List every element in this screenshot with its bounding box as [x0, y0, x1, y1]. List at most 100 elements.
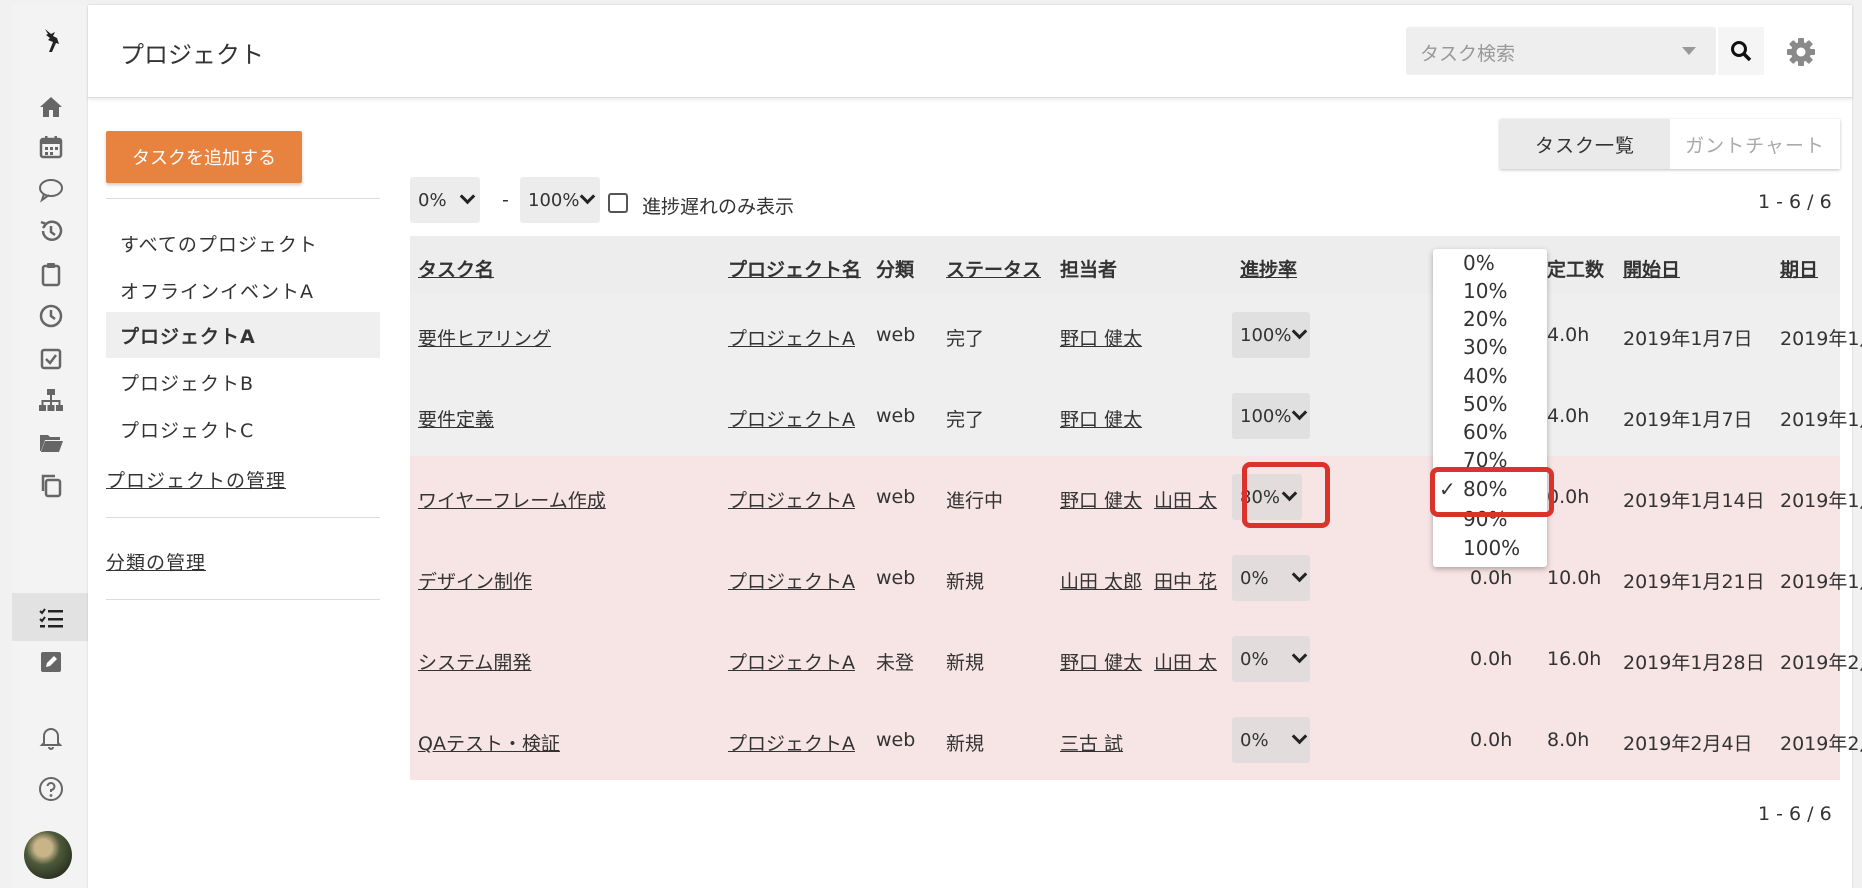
max-progress-value: 100% [528, 189, 580, 211]
progress-select[interactable]: 0% [1232, 555, 1310, 601]
min-progress-select[interactable]: 0% [410, 177, 480, 223]
assignee-link[interactable]: 野口 健太 [1060, 324, 1142, 351]
project-link[interactable]: プロジェクトA [728, 729, 855, 756]
task-link[interactable]: システム開発 [418, 648, 531, 675]
sidebar-item-project-b[interactable]: プロジェクトB [106, 359, 380, 405]
tab-gantt-chart[interactable]: ガントチャート [1670, 119, 1840, 169]
progress-select[interactable]: 0% [1232, 636, 1310, 682]
user-avatar[interactable] [24, 831, 72, 879]
task-link[interactable]: QAテスト・検証 [418, 729, 560, 756]
task-search-input[interactable]: タスク検索 [1406, 27, 1716, 75]
header-category: 分類 [876, 259, 915, 281]
header-planned-hours: 定工数 [1547, 259, 1605, 281]
chat-icon[interactable] [36, 174, 66, 204]
task-link[interactable]: ワイヤーフレーム作成 [418, 486, 606, 513]
folder-icon[interactable] [36, 427, 66, 457]
clock-icon[interactable] [36, 301, 66, 331]
start-date-cell: 2019年1月14日 [1623, 490, 1765, 512]
gear-icon[interactable] [1784, 35, 1818, 69]
clipboard-icon[interactable] [36, 259, 66, 289]
home-icon[interactable] [36, 92, 66, 122]
manage-categories-link[interactable]: 分類の管理 [106, 548, 206, 575]
sidebar-item-label: プロジェクトA [120, 325, 256, 348]
header-start-date[interactable]: 開始日 [1623, 255, 1680, 282]
progress-option[interactable]: 40% [1463, 364, 1507, 388]
sidebar-item-offline-event-a[interactable]: オフラインイベントA [106, 267, 380, 313]
pagination-count-top: 1 - 6 / 6 [1758, 191, 1832, 213]
assignee-link[interactable]: 山田 太 [1154, 648, 1217, 675]
task-link[interactable]: 要件ヒアリング [418, 324, 551, 351]
assignee-link[interactable]: 山田 太郎 [1060, 567, 1142, 594]
highlight-progress-select [1242, 462, 1330, 528]
assignee-link[interactable]: 野口 健太 [1060, 405, 1142, 432]
sidebar-item-project-c[interactable]: プロジェクトC [106, 406, 380, 452]
org-chart-icon[interactable] [36, 385, 66, 415]
progress-option[interactable]: 100% [1463, 536, 1520, 560]
project-link[interactable]: プロジェクトA [728, 648, 855, 675]
header-progress[interactable]: 進捗率 [1240, 255, 1297, 282]
progress-select[interactable]: 100% [1232, 393, 1310, 439]
manage-projects-link[interactable]: プロジェクトの管理 [106, 466, 286, 493]
planned-hours-cell: 16.0h [1547, 648, 1602, 670]
table-row: 要件ヒアリング プロジェクトA web 完了 野口 健太 100% 4.0h 2… [410, 294, 1862, 375]
due-date-cell: 2019年1月11日 [1780, 328, 1862, 350]
assignee-link[interactable]: 野口 健太 [1060, 486, 1142, 513]
copy-icon[interactable] [36, 470, 66, 500]
project-link[interactable]: プロジェクトA [728, 567, 855, 594]
top-bar: プロジェクト タスク検索 [88, 5, 1852, 98]
progress-option[interactable]: 30% [1463, 335, 1507, 359]
project-link[interactable]: プロジェクトA [728, 324, 855, 351]
task-link[interactable]: 要件定義 [418, 405, 494, 432]
search-dropdown-caret-icon[interactable] [1682, 47, 1696, 55]
project-link[interactable]: プロジェクトA [728, 405, 855, 432]
header-project-name[interactable]: プロジェクト名 [728, 255, 861, 282]
tab-task-list[interactable]: タスク一覧 [1500, 119, 1670, 169]
chevron-down-icon [1291, 323, 1308, 340]
start-date-cell: 2019年1月21日 [1623, 571, 1765, 593]
edit-icon[interactable] [36, 647, 66, 677]
progress-select[interactable]: 100% [1232, 312, 1310, 358]
header-status[interactable]: ステータス [946, 255, 1041, 282]
delayed-only-checkbox[interactable] [608, 193, 628, 213]
logo-icon[interactable] [36, 25, 66, 55]
checkbox-icon[interactable] [36, 344, 66, 374]
planned-hours-cell: 8.0h [1547, 729, 1590, 751]
assignee-link[interactable]: 山田 太 [1154, 486, 1217, 513]
table-row: システム開発 プロジェクトA 未登 新規 野口 健太 山田 太 0% 0.0h … [410, 618, 1862, 699]
sidebar-item-all-projects[interactable]: すべてのプロジェクト [106, 220, 380, 266]
progress-value: 100% [1240, 324, 1292, 346]
chevron-down-icon [1291, 647, 1308, 664]
start-date-cell: 2019年1月28日 [1623, 652, 1765, 674]
chevron-down-icon [1291, 566, 1308, 583]
status-cell: 新規 [946, 652, 985, 674]
assignee-link[interactable]: 田中 花 [1154, 567, 1217, 594]
search-button[interactable] [1718, 27, 1764, 75]
add-task-button[interactable]: タスクを追加する [106, 131, 302, 183]
task-list-icon[interactable] [36, 603, 66, 633]
header-task-name[interactable]: タスク名 [418, 255, 494, 282]
bell-icon[interactable] [36, 722, 66, 752]
due-date-cell: 2019年1月25日 [1780, 571, 1862, 593]
calendar-icon[interactable] [36, 132, 66, 162]
progress-value: 0% [1240, 567, 1269, 589]
help-icon[interactable] [36, 774, 66, 804]
progress-option[interactable]: 20% [1463, 307, 1507, 331]
progress-option[interactable]: 0% [1463, 251, 1495, 275]
table-row: デザイン制作 プロジェクトA web 新規 山田 太郎 田中 花 0% 0.0h… [410, 537, 1862, 618]
progress-option[interactable]: 10% [1463, 279, 1507, 303]
history-icon[interactable] [36, 216, 66, 246]
progress-option[interactable]: 60% [1463, 420, 1507, 444]
due-date-cell: 2019年1月18日 [1780, 490, 1862, 512]
project-link[interactable]: プロジェクトA [728, 486, 855, 513]
max-progress-select[interactable]: 100% [520, 177, 600, 223]
task-link[interactable]: デザイン制作 [418, 567, 532, 594]
header-due-date[interactable]: 期日 [1780, 255, 1818, 282]
assignee-link[interactable]: 三古 試 [1060, 729, 1123, 756]
header-assignee: 担当者 [1060, 259, 1118, 281]
progress-select[interactable]: 0% [1232, 717, 1310, 763]
assignee-link[interactable]: 野口 健太 [1060, 648, 1142, 675]
status-cell: 新規 [946, 733, 985, 755]
category-cell: web [876, 405, 916, 427]
sidebar-item-project-a[interactable]: プロジェクトA [106, 312, 380, 358]
progress-option[interactable]: 50% [1463, 392, 1507, 416]
